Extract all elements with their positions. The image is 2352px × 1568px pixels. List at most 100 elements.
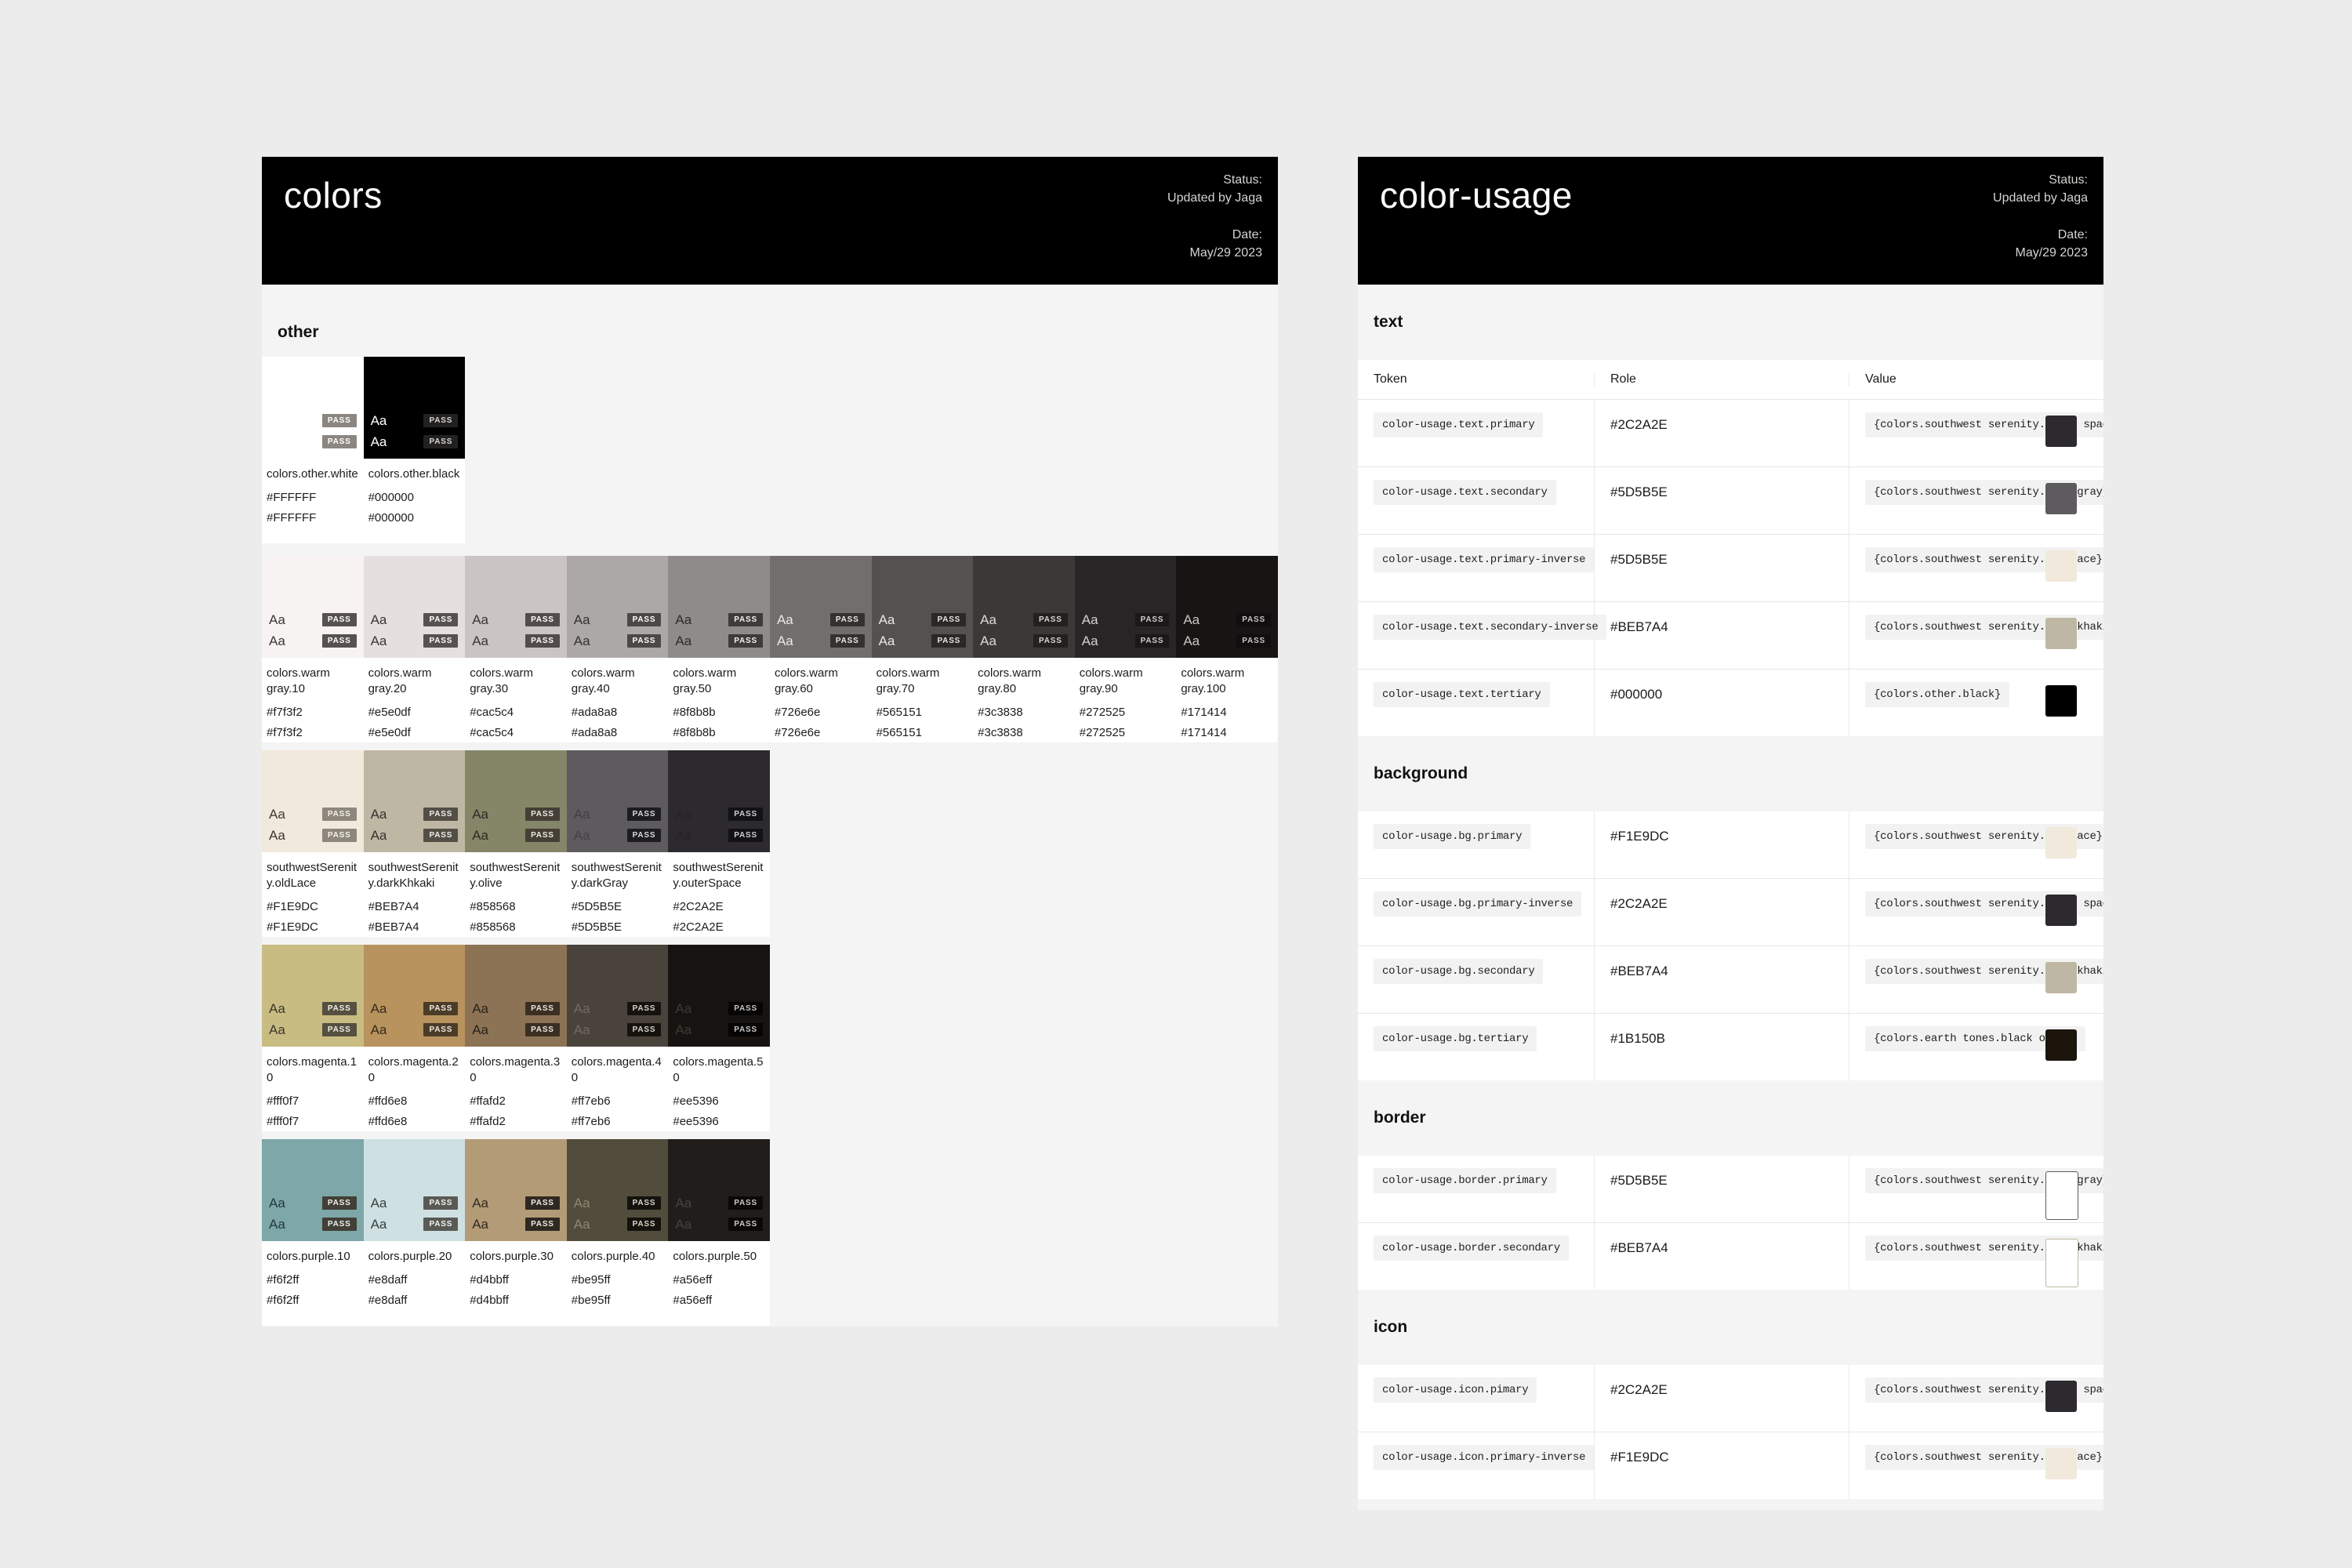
pass-badge: PASS [728, 829, 763, 842]
color-chip: Aa PASS Aa PASS [465, 1139, 567, 1241]
color-usage-sections: text Token Role Value color-usage.text.p… [1358, 285, 2103, 1499]
aa-sample: Aa [371, 1022, 387, 1038]
token-name: colors.warm gray.60 [775, 666, 869, 697]
usage-section: border color-usage.border.primary #5D5B5… [1358, 1080, 2103, 1290]
color-swatch [2045, 1171, 2078, 1220]
status-label: Status: [1993, 171, 2088, 189]
hex-value-1: #d4bbff [470, 1270, 564, 1290]
aa-sample: Aa [472, 807, 488, 822]
chip-label: colors.purple.30 #d4bbff #d4bbff [465, 1241, 567, 1326]
token-name: colors.purple.10 [267, 1249, 361, 1265]
aa-sample: Aa [574, 807, 590, 822]
color-chip: Aa PASS Aa PASS [872, 556, 974, 658]
aa-sample: Aa [269, 807, 285, 822]
palette-column: Aa PASS Aa PASS colors.warm gray.20 #e5e… [364, 556, 466, 742]
aa-sample: Aa [675, 612, 691, 628]
hex-value-2: #858568 [470, 917, 564, 938]
aa-sample: Aa [675, 1001, 691, 1017]
token-chip: color-usage.text.tertiary [1374, 682, 1550, 707]
chip-label: southwestSerenity.olive #858568 #858568 [465, 852, 567, 937]
pass-badge: PASS [322, 1196, 357, 1210]
hex-value-1: #171414 [1181, 702, 1276, 723]
aa-sample: Aa [269, 1022, 285, 1038]
aa-sample: Aa [371, 1196, 387, 1211]
pass-badge: PASS [322, 808, 357, 821]
token-cell: color-usage.bg.tertiary [1358, 1014, 1595, 1080]
chip-label: colors.magenta.40 #ff7eb6 #ff7eb6 [567, 1047, 669, 1131]
table-row: color-usage.text.primary-inverse #5D5B5E… [1358, 535, 2103, 602]
pass-badge: PASS [1033, 613, 1068, 626]
pass-badge: PASS [423, 1218, 458, 1231]
aa-sample: Aa [574, 1001, 590, 1017]
token-name: colors.warm gray.50 [673, 666, 768, 697]
pass-badge: PASS [322, 1002, 357, 1015]
token-cell: color-usage.bg.primary-inverse [1358, 879, 1595, 946]
hex-value-2: #cac5c4 [470, 723, 564, 743]
value-cell: {colors.southwest serenity.dark khaki} [1849, 602, 2103, 669]
color-chip: Aa PASS Aa PASS [262, 1139, 364, 1241]
table-row: color-usage.text.tertiary #000000 {color… [1358, 670, 2103, 736]
aa-sample: Aa [472, 1196, 488, 1211]
hex-value-1: #ffd6e8 [368, 1091, 463, 1112]
palette-column: Aa PASS Aa PASS colors.purple.40 #be95ff… [567, 1139, 669, 1326]
hex-value-2: #565151 [877, 723, 971, 743]
hex-value-1: #2C2A2E [673, 897, 768, 917]
color-chip: Aa PASS Aa PASS [465, 556, 567, 658]
pass-badge: PASS [525, 1002, 560, 1015]
token-name: colors.warm gray.100 [1181, 666, 1276, 697]
palette-row: Aa PASS Aa PASS colors.other.white #FFFF… [262, 357, 1278, 543]
aa-sample: Aa [574, 612, 590, 628]
token-name: colors.warm gray.30 [470, 666, 564, 697]
token-chip: color-usage.text.primary [1374, 412, 1543, 437]
aa-sample: Aa [371, 434, 387, 450]
pass-badge: PASS [1033, 634, 1068, 648]
role-cell: #BEB7A4 [1595, 1223, 1849, 1290]
chip-label: colors.purple.20 #e8daff #e8daff [364, 1241, 466, 1326]
aa-sample: Aa [777, 633, 793, 649]
aa-sample: Aa [371, 633, 387, 649]
color-swatch [2045, 962, 2077, 993]
aa-sample: Aa [371, 1001, 387, 1017]
aa-sample: Aa [269, 413, 285, 429]
color-chip: Aa PASS Aa PASS [668, 1139, 770, 1241]
token-name: colors.warm gray.80 [978, 666, 1073, 697]
palette-column: Aa PASS Aa PASS southwestSerenity.outerS… [668, 750, 770, 937]
chip-label: southwestSerenity.darkKhkaki #BEB7A4 #BE… [364, 852, 466, 937]
aa-sample: Aa [980, 612, 996, 628]
role-cell: #5D5B5E [1595, 467, 1849, 534]
status-value: Updated by Jaga [1167, 189, 1262, 207]
usage-table: color-usage.bg.primary #F1E9DC {colors.s… [1358, 811, 2103, 1080]
token-name: colors.purple.50 [673, 1249, 768, 1265]
palette-column: Aa PASS Aa PASS colors.warm gray.40 #ada… [567, 556, 669, 742]
token-name: southwestSerenity.darkKhkaki [368, 860, 463, 891]
value-cell: {colors.southwest serenity.outer space} [1849, 400, 2103, 466]
date-label: Date: [1167, 226, 1262, 244]
pass-badge: PASS [627, 829, 662, 842]
color-chip: Aa PASS Aa PASS [364, 945, 466, 1047]
token-chip: color-usage.text.secondary-inverse [1374, 615, 1606, 640]
chip-label: colors.magenta.20 #ffd6e8 #ffd6e8 [364, 1047, 466, 1131]
hex-value-1: #cac5c4 [470, 702, 564, 723]
hex-value-1: #858568 [470, 897, 564, 917]
aa-sample: Aa [675, 1217, 691, 1232]
color-chip: Aa PASS Aa PASS [364, 556, 466, 658]
hex-value-2: #f7f3f2 [267, 723, 361, 743]
color-chip: Aa PASS Aa PASS [770, 556, 872, 658]
color-chip: Aa PASS Aa PASS [567, 750, 669, 852]
aa-sample: Aa [472, 1022, 488, 1038]
pass-badge: PASS [627, 1002, 662, 1015]
panel-meta: Status: Updated by Jaga Date: May/29 202… [1167, 171, 1262, 281]
color-chip: Aa PASS Aa PASS [262, 357, 364, 459]
hex-value-2: #f6f2ff [267, 1290, 361, 1311]
color-chip: Aa PASS Aa PASS [262, 945, 364, 1047]
hex-value-2: #fff0f7 [267, 1112, 361, 1132]
pass-badge: PASS [830, 613, 865, 626]
palette-column: Aa PASS Aa PASS colors.other.black #0000… [364, 357, 466, 543]
section-title-other: other [278, 321, 1278, 344]
palette-row: Aa PASS Aa PASS colors.magenta.10 #fff0f… [262, 945, 1278, 1131]
aa-sample: Aa [574, 1196, 590, 1211]
value-cell: {colors.southwest serenity.old lace} [1849, 1432, 2103, 1499]
aa-sample: Aa [574, 1217, 590, 1232]
hex-value-2: #ff7eb6 [572, 1112, 666, 1132]
pass-badge: PASS [525, 1196, 560, 1210]
